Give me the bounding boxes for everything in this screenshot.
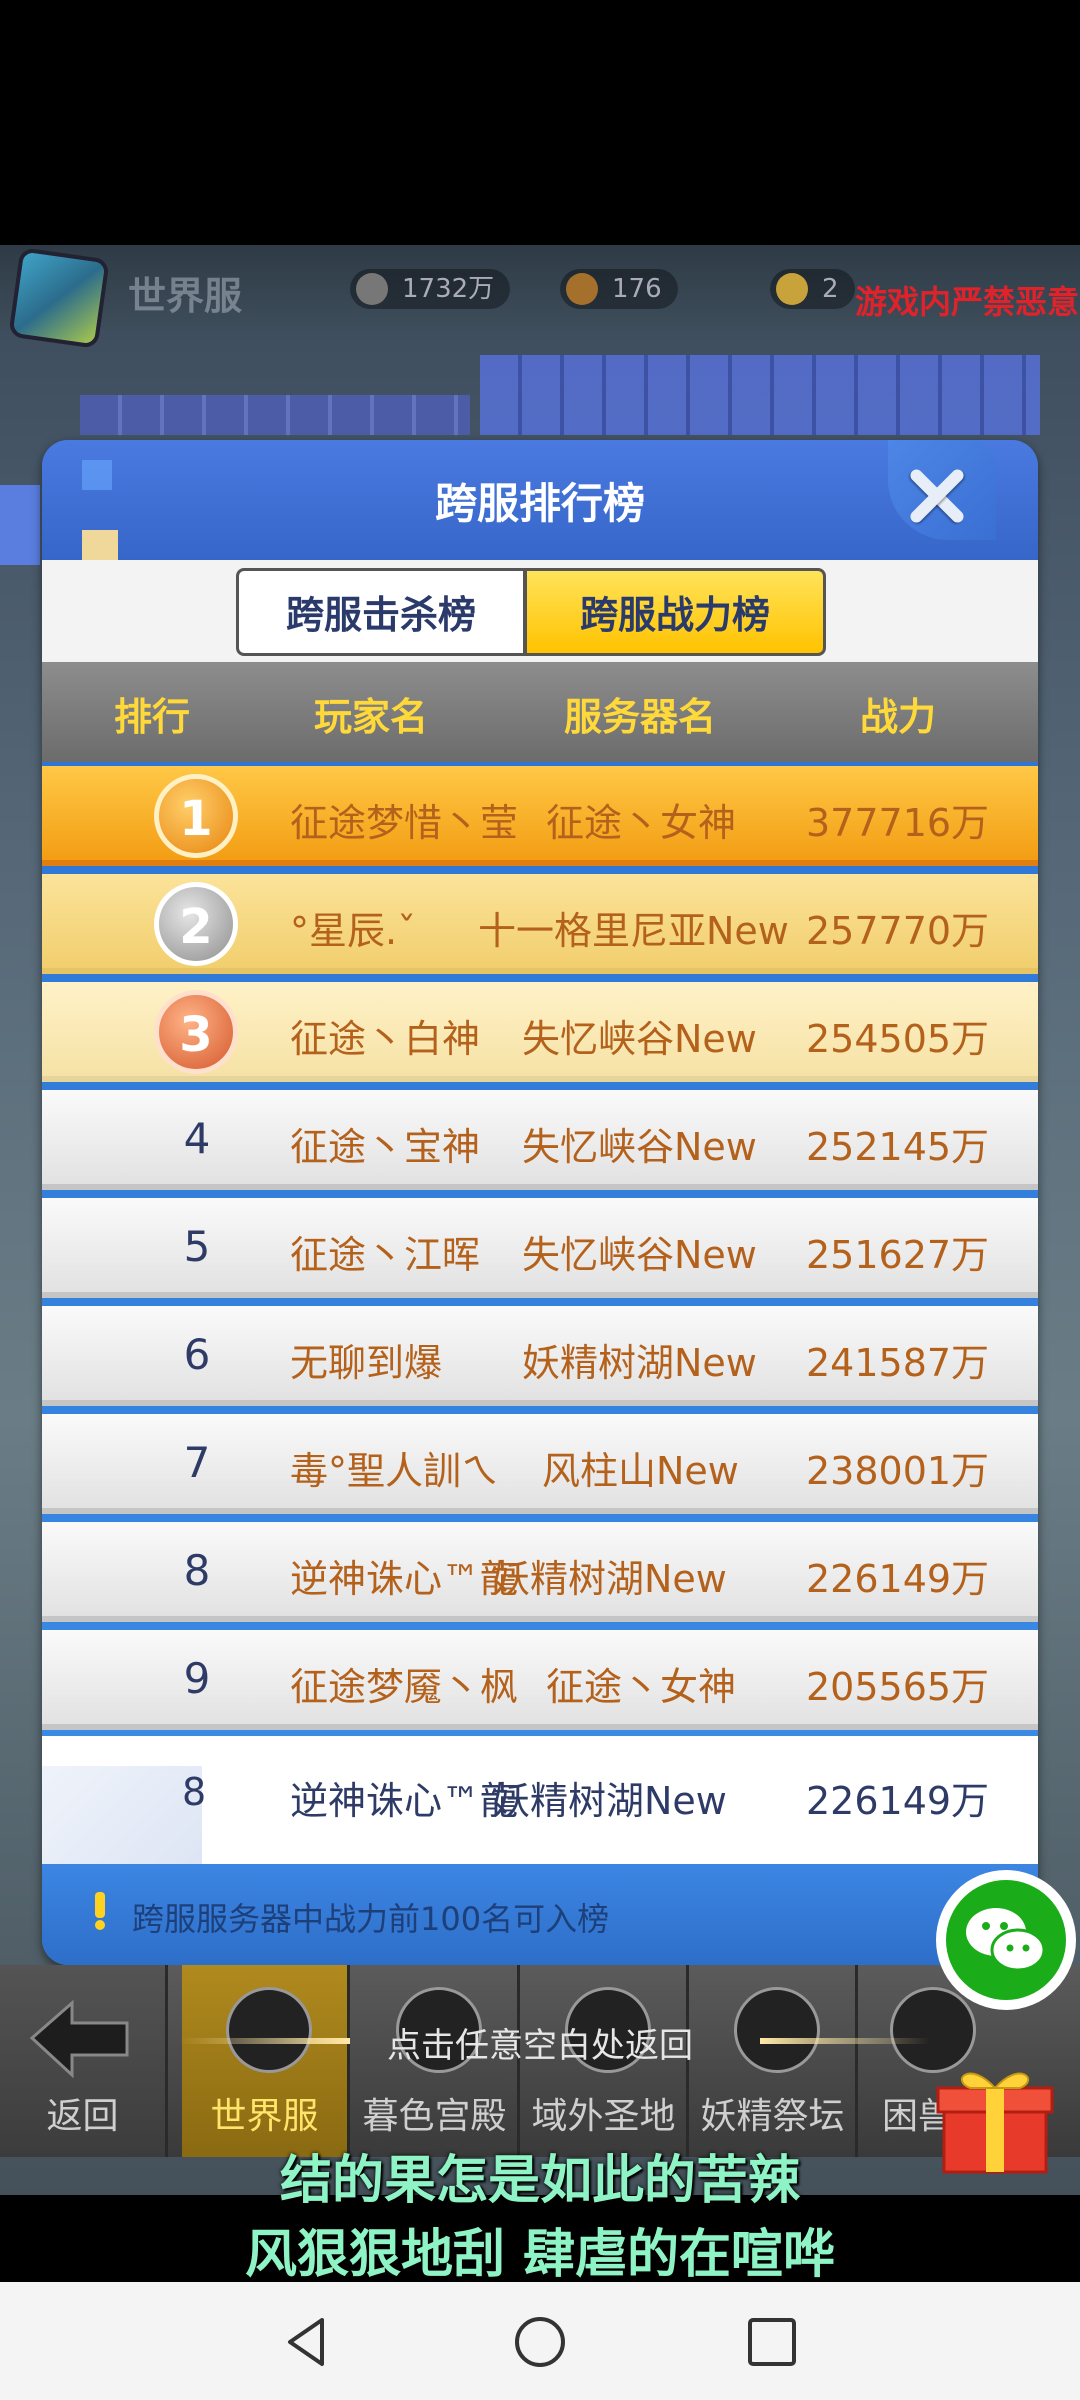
server-name: 十一格里尼亚New	[478, 909, 789, 953]
col-player: 玩家名	[314, 695, 429, 739]
tab-kill-ranking[interactable]: 跨服击杀榜	[236, 568, 526, 656]
server-name: 风柱山New	[542, 1449, 739, 1493]
player-name: 征途丶宝神	[290, 1125, 481, 1169]
server-name: 妖精树湖New	[522, 1341, 757, 1385]
bronze-medal-icon: 3	[154, 990, 238, 1074]
nav-label: 妖精祭坛	[700, 2096, 845, 2137]
gem-icon	[566, 273, 598, 305]
my-ranking-row: 8 逆神诛心™龍 妖精树湖New 226149万	[42, 1736, 1038, 1864]
pixel-decoration	[480, 355, 1040, 435]
scrolling-warning: 游戏内严禁恶意	[855, 283, 1080, 321]
server-name: 失忆峡谷New	[522, 1233, 757, 1277]
table-row[interactable]: 9 征途梦魇丶枫 征途丶女神 205565万	[42, 1630, 1038, 1730]
silver-medal-icon: 2	[154, 882, 238, 966]
player-name: 征途梦魇丶枫	[290, 1665, 519, 1709]
power-value: 254505万	[806, 1017, 990, 1061]
rank-number: 7	[183, 1438, 211, 1487]
stat-currency-2: 176	[560, 269, 678, 309]
server-name: 失忆峡谷New	[522, 1125, 757, 1169]
table-row[interactable]: 1 征途梦惜丶莹 征途丶女神 377716万	[42, 766, 1038, 866]
rank-number: 9	[183, 1654, 211, 1703]
my-power: 226149万	[806, 1779, 990, 1823]
power-value: 251627万	[806, 1233, 990, 1277]
table-header: 排行 玩家名 服务器名 战力	[42, 662, 1038, 762]
power-value: 241587万	[806, 1341, 990, 1385]
ranking-list[interactable]: 1 征途梦惜丶莹 征途丶女神 377716万 2 °星辰.ˇ 十一格里尼亚New…	[42, 766, 1038, 1736]
power-value: 226149万	[806, 1557, 990, 1601]
exclamation-icon	[95, 1892, 105, 1930]
world-emblem-icon[interactable]	[8, 247, 110, 349]
info-footer: 跨服服务器中战力前100名可入榜	[42, 1864, 1038, 1965]
server-name: 失忆峡谷New	[522, 1017, 757, 1061]
player-name: 毒°聖人訓ㄟ	[290, 1449, 500, 1493]
system-nav-bar	[0, 2282, 1080, 2400]
col-power: 战力	[860, 695, 937, 739]
my-server-name: 妖精树湖New	[492, 1779, 727, 1823]
server-name: 征途丶女神	[546, 1665, 737, 1709]
server-name: 征途丶女神	[546, 801, 737, 845]
player-name: 逆神诛心™龍	[290, 1557, 519, 1601]
player-name: 征途丶白神	[290, 1017, 481, 1061]
table-row[interactable]: 5 征途丶江晖 失忆峡谷New 251627万	[42, 1198, 1038, 1298]
player-name: °星辰.ˇ	[290, 909, 417, 953]
home-circle-icon[interactable]	[512, 2314, 568, 2370]
lyric-line-2: 风狠狠地刮 肆虐的在喧哗	[244, 2225, 836, 2285]
top-status-bar: 世界服 1732万 176 2 游戏内严禁恶意	[0, 245, 1080, 349]
table-row[interactable]: 6 无聊到爆 妖精树湖New 241587万	[42, 1306, 1038, 1406]
tab-power-ranking[interactable]: 跨服战力榜	[524, 568, 826, 656]
table-row[interactable]: 2 °星辰.ˇ 十一格里尼亚New 257770万	[42, 874, 1038, 974]
wechat-icon	[966, 1908, 1046, 1972]
player-name: 征途丶江晖	[290, 1233, 481, 1277]
player-name: 征途梦惜丶莹	[290, 801, 519, 845]
server-label: 世界服	[128, 274, 243, 318]
my-player-name: 逆神诛心™龍	[290, 1779, 519, 1823]
nav-label: 世界服	[210, 2096, 319, 2137]
gold-medal-icon: 1	[154, 774, 238, 858]
back-triangle-icon[interactable]	[280, 2314, 336, 2370]
rank-number: 4	[183, 1114, 211, 1163]
table-row[interactable]: 3 征途丶白神 失忆峡谷New 254505万	[42, 982, 1038, 1082]
pixel-decoration	[0, 485, 40, 565]
tap-to-return-hint: 点击任意空白处返回	[387, 2026, 693, 2066]
rank-number: 8	[183, 1546, 211, 1595]
my-rank: 8	[182, 1770, 207, 1814]
lyric-line-1: 结的果怎是如此的苦辣	[279, 2151, 800, 2211]
leaderboard-panel: 跨服排行榜 跨服击杀榜 跨服战力榜 排行 玩家名 服务器名 战力 1 征途梦惜丶…	[42, 440, 1038, 1965]
table-row[interactable]: 7 毒°聖人訓ㄟ 风柱山New 238001万	[42, 1414, 1038, 1514]
back-label: 返回	[46, 2096, 119, 2137]
server-name: 妖精树湖New	[492, 1557, 727, 1601]
wechat-float-button[interactable]	[936, 1870, 1076, 2010]
stat-currency-1: 1732万	[350, 269, 511, 309]
stat-currency-3: 2	[770, 269, 855, 309]
power-value: 238001万	[806, 1449, 990, 1493]
tab-bar: 跨服击杀榜 跨服战力榜	[42, 560, 1038, 662]
power-value: 377716万	[806, 801, 990, 845]
table-row[interactable]: 4 征途丶宝神 失忆峡谷New 252145万	[42, 1090, 1038, 1190]
info-text: 跨服服务器中战力前100名可入榜	[132, 1900, 610, 1938]
power-value: 257770万	[806, 909, 990, 953]
pixel-decoration	[80, 395, 470, 435]
rank-number: 6	[183, 1330, 211, 1379]
col-server: 服务器名	[564, 695, 717, 739]
nav-label: 暮色宫殿	[362, 2096, 507, 2137]
player-name: 无聊到爆	[290, 1341, 443, 1385]
table-row[interactable]: 8 逆神诛心™龍 妖精树湖New 226149万	[42, 1522, 1038, 1622]
nav-label: 域外圣地	[531, 2096, 676, 2137]
gold-icon	[776, 273, 808, 305]
power-value: 205565万	[806, 1665, 990, 1709]
col-rank: 排行	[114, 695, 191, 739]
rank-number: 5	[183, 1222, 211, 1271]
recents-square-icon[interactable]	[744, 2314, 800, 2370]
power-value: 252145万	[806, 1125, 990, 1169]
coin-icon	[356, 273, 388, 305]
